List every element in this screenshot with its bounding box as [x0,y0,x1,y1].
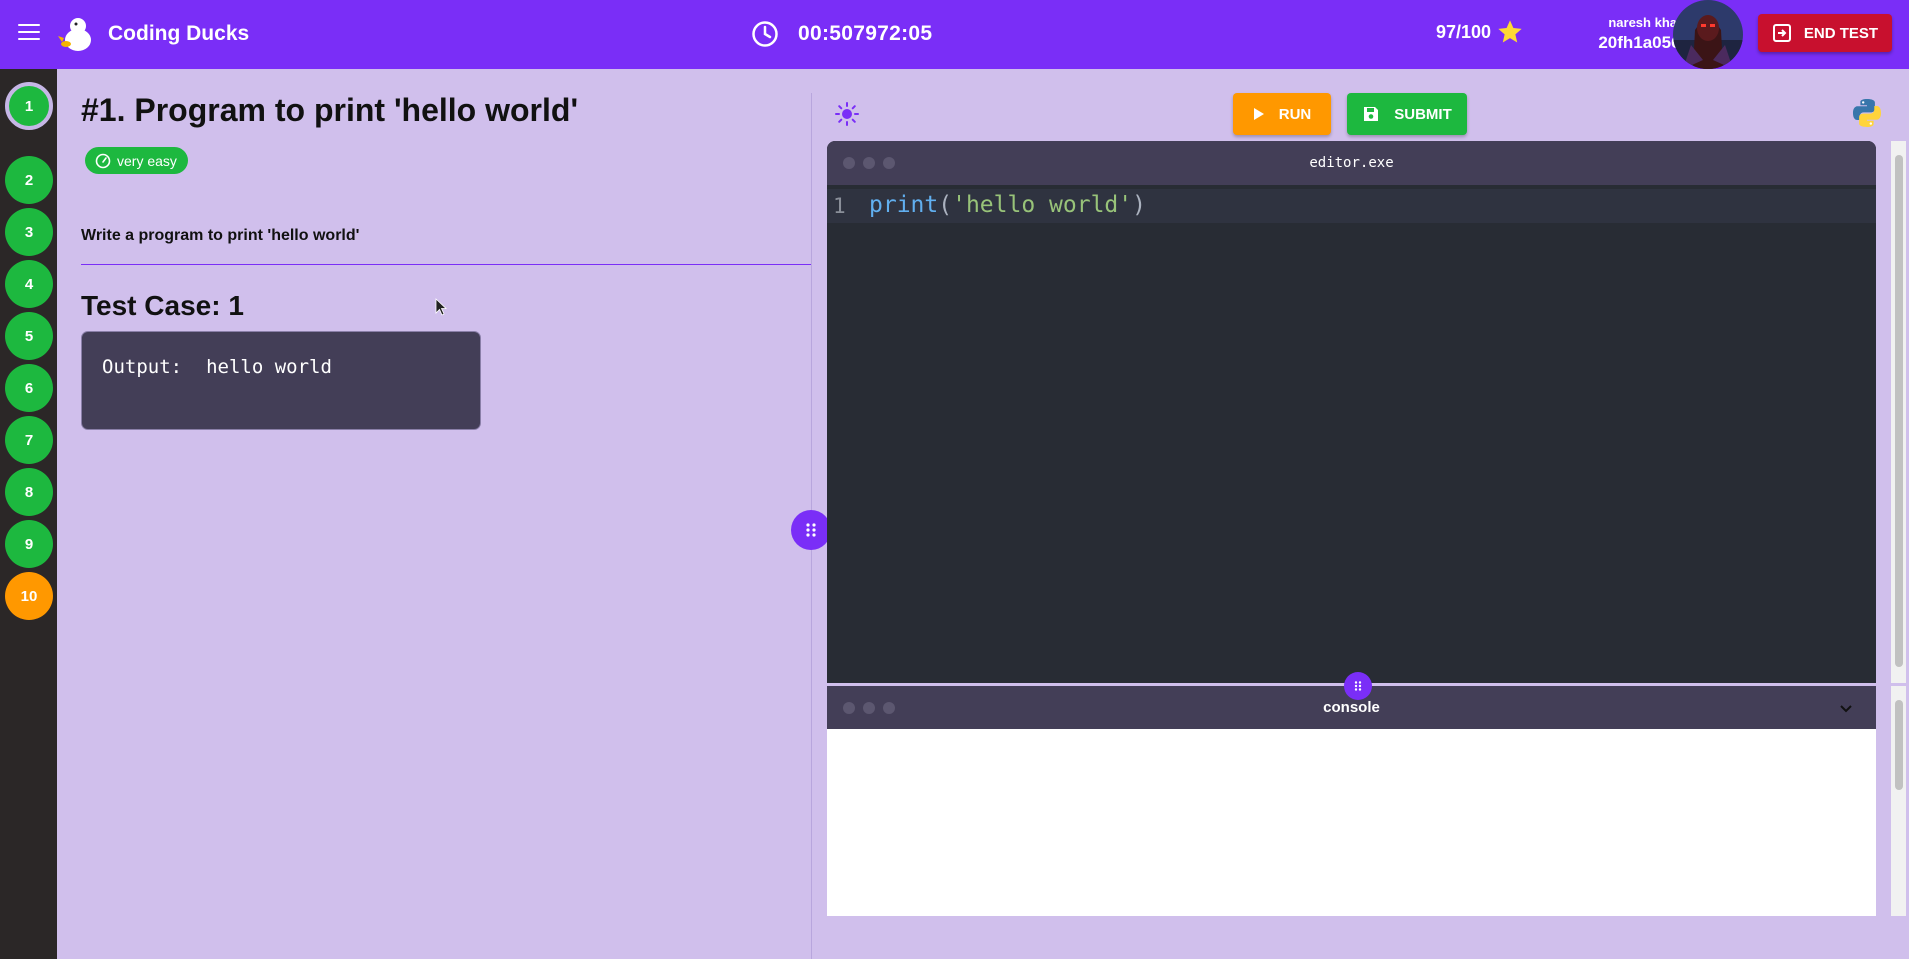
console-output[interactable] [827,729,1876,916]
editor-scrollbar[interactable] [1891,141,1906,683]
duck-logo [58,18,91,51]
avatar[interactable] [1673,0,1743,69]
editor-title-bar: editor.exe [827,141,1876,185]
question-sidebar: 1 2 3 4 5 6 7 8 9 10 [0,69,57,959]
drag-handle-icon [1354,681,1362,691]
mouse-cursor-icon [435,298,447,316]
end-test-label: END TEST [1803,24,1879,42]
question-4-button[interactable]: 4 [5,260,53,308]
question-5-button[interactable]: 5 [5,312,53,360]
chevron-down-icon[interactable] [1838,700,1854,716]
menu-icon[interactable] [18,24,40,44]
question-2-button[interactable]: 2 [5,156,53,204]
testcase-title: Test Case: 1 [81,290,244,321]
problem-description: Write a program to print 'hello world' [81,227,360,244]
code-editor[interactable]: editor.exe 1 print('hello world') [827,141,1876,683]
console-scrollbar[interactable] [1891,686,1906,916]
save-icon [1364,107,1379,121]
console-resize-handle[interactable] [1344,672,1372,700]
star-icon [1498,20,1522,43]
exit-icon [1772,24,1791,42]
theme-toggle-icon[interactable] [835,102,859,126]
code-text[interactable]: print('hello world') [869,192,1146,218]
question-10-button[interactable]: 10 [5,572,53,620]
difficulty-badge: very easy [85,147,188,174]
line-number: 1 [833,194,846,218]
score-text: 97/100 [1436,22,1492,42]
question-9-button[interactable]: 9 [5,520,53,568]
brand-name: Coding Ducks [108,22,250,45]
user-id: 20fh1a0560 [1598,33,1690,52]
console-panel: console [827,686,1876,916]
difficulty-label: very easy [117,152,177,169]
end-test-button[interactable]: END TEST [1758,14,1892,52]
editor-scrollbar-thumb[interactable] [1895,155,1903,667]
code-open-paren: ( [938,192,953,218]
question-1-button[interactable]: 1 [5,82,53,130]
editor-window-title: editor.exe [1309,155,1394,171]
speedometer-icon [95,153,111,168]
code-close-paren: ) [1132,192,1146,218]
console-title: console [1323,699,1380,716]
submit-button[interactable]: SUBMIT [1347,93,1467,135]
problem-title: #1. Program to print 'hello world' [81,92,579,128]
play-icon [1253,108,1264,120]
code-function: print [869,192,939,218]
run-label: RUN [1278,105,1312,123]
question-7-button[interactable]: 7 [5,416,53,464]
divider [81,264,811,265]
output-label: Output: [102,356,183,378]
drag-handle-icon [806,523,816,537]
user-name: naresh khatri [1608,15,1690,30]
clock-icon [752,21,778,47]
submit-label: SUBMIT [1394,105,1452,123]
code-string: 'hello world' [952,192,1133,218]
top-bar: Coding Ducks 00:507972:05 97/100 naresh … [0,0,1909,69]
question-6-button[interactable]: 6 [5,364,53,412]
panel-resize-handle[interactable] [791,510,831,550]
output-value: hello world [206,356,332,378]
run-button[interactable]: RUN [1233,93,1331,135]
testcase-box: Output: hello world [81,331,481,430]
timer-text: 00:507972:05 [798,22,933,45]
console-scrollbar-thumb[interactable] [1895,700,1903,790]
question-8-button[interactable]: 8 [5,468,53,516]
code-line[interactable]: 1 print('hello world') [827,189,1876,223]
question-3-button[interactable]: 3 [5,208,53,256]
python-icon[interactable] [1851,97,1883,129]
